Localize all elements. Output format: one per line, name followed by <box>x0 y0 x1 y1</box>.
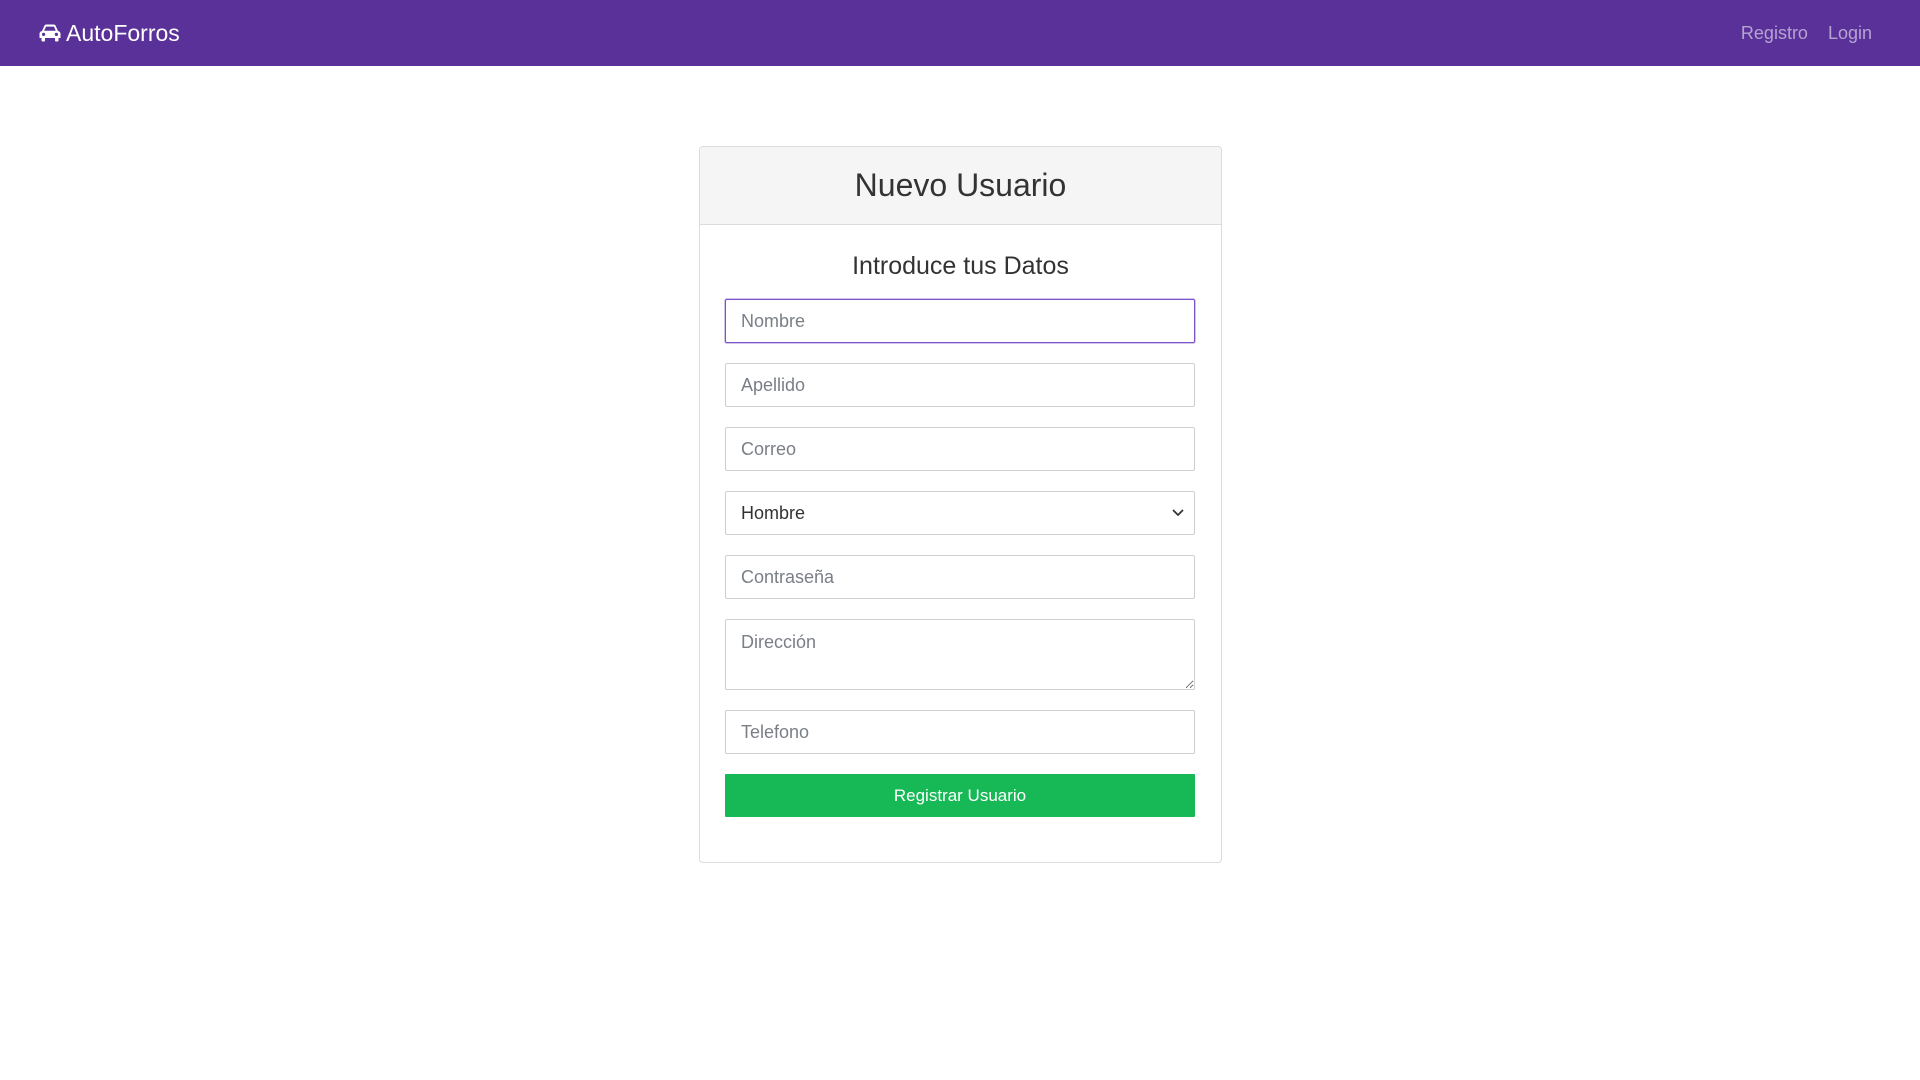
brand-name: AutoForros <box>66 19 180 46</box>
correo-input[interactable] <box>725 427 1195 471</box>
nombre-input[interactable] <box>725 299 1195 343</box>
nav-link-registro[interactable]: Registro <box>1741 23 1808 44</box>
genero-select-value: Hombre <box>725 491 1195 535</box>
register-user-button[interactable]: Registrar Usuario <box>725 774 1195 817</box>
register-card: Nuevo Usuario Introduce tus Datos Hombre… <box>699 146 1222 863</box>
telefono-input[interactable] <box>725 710 1195 754</box>
form-subtitle: Introduce tus Datos <box>852 252 1069 280</box>
car-icon <box>38 23 66 43</box>
apellido-input[interactable] <box>725 363 1195 407</box>
direccion-textarea[interactable] <box>725 619 1195 690</box>
chevron-down-icon <box>1172 509 1184 516</box>
card-title: Nuevo Usuario <box>700 147 1221 225</box>
top-navbar: AutoForros Registro Login <box>0 0 1920 66</box>
brand-link[interactable]: AutoForros <box>38 20 180 47</box>
genero-select[interactable]: Hombre <box>725 491 1195 535</box>
nav-link-login[interactable]: Login <box>1828 23 1872 44</box>
register-form: Introduce tus Datos Hombre Registrar Usu… <box>700 225 1221 817</box>
contrasena-input[interactable] <box>725 555 1195 599</box>
nav-links: Registro Login <box>1741 23 1872 44</box>
